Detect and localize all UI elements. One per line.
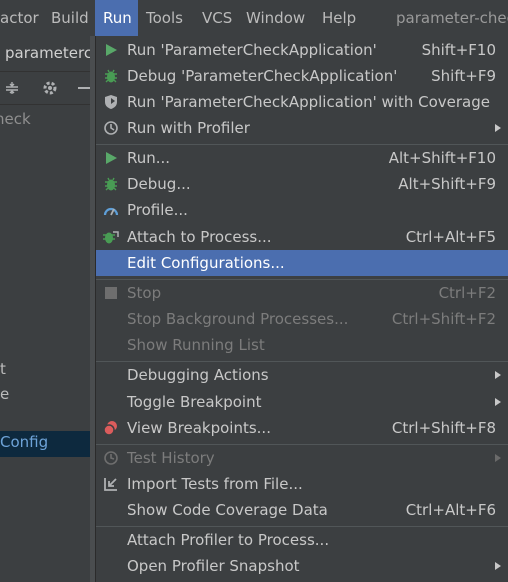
menu-item-show-running-list[interactable]: Show Running List xyxy=(96,332,508,358)
menu-help[interactable]: Help xyxy=(316,0,364,36)
profiler-clock-icon xyxy=(102,119,120,137)
history-clock-icon xyxy=(102,449,120,467)
menu-item-test-history[interactable]: Test History xyxy=(96,445,508,471)
menu-item-run-coverage[interactable]: Run 'ParameterCheckApplication' with Cov… xyxy=(96,89,508,115)
collapse-all-icon[interactable] xyxy=(0,76,24,100)
settings-gear-icon[interactable] xyxy=(38,76,62,100)
menu-item-run-app[interactable]: Run 'ParameterCheckApplication' Shift+F1… xyxy=(96,37,508,63)
window-title: parameter-chec xyxy=(396,9,508,27)
menu-refactor[interactable]: actor xyxy=(0,0,40,36)
menu-bar: actor Build Run Tools VCS Window Help pa… xyxy=(0,0,508,36)
submenu-arrow-icon xyxy=(495,562,501,570)
tree-node-text: e xyxy=(0,385,10,403)
navigation-tab[interactable]: parameterch xyxy=(0,36,95,72)
menu-vcs[interactable]: VCS xyxy=(196,0,236,36)
submenu-arrow-icon xyxy=(495,454,501,462)
menu-item-profile[interactable]: Profile... xyxy=(96,197,508,223)
menu-build[interactable]: Build xyxy=(46,0,92,36)
tree-node-text: t xyxy=(0,360,6,378)
attach-bug-icon xyxy=(102,228,120,246)
run-triangle-icon xyxy=(102,41,120,59)
tool-window-toolbar xyxy=(0,72,95,105)
menu-item-debugging-actions[interactable]: Debugging Actions xyxy=(96,362,508,388)
menu-item-edit-configurations[interactable]: Edit Configurations... xyxy=(96,250,508,276)
profile-gauge-icon xyxy=(102,201,120,219)
submenu-arrow-icon xyxy=(495,124,501,132)
run-menu-popup: Run 'ParameterCheckApplication' Shift+F1… xyxy=(95,36,508,582)
submenu-arrow-icon xyxy=(495,398,501,406)
menu-item-stop-background[interactable]: Stop Background Processes... Ctrl+Shift+… xyxy=(96,306,508,332)
menu-item-toggle-breakpoint[interactable]: Toggle Breakpoint xyxy=(96,389,508,415)
breakpoints-icon xyxy=(102,419,120,437)
debug-bug-icon xyxy=(102,175,120,193)
menu-tools[interactable]: Tools xyxy=(140,0,192,36)
menu-item-run[interactable]: Run... Alt+Shift+F10 xyxy=(96,145,508,171)
import-arrow-icon xyxy=(102,475,120,493)
submenu-arrow-icon xyxy=(495,371,501,379)
debug-bug-icon xyxy=(102,67,120,85)
run-triangle-icon xyxy=(102,149,120,167)
menu-item-attach-profiler[interactable]: Attach Profiler to Process... xyxy=(96,527,508,553)
path-fragment: heck xyxy=(0,110,31,128)
menu-item-attach-process[interactable]: Attach to Process... Ctrl+Alt+F5 xyxy=(96,224,508,250)
menu-item-stop[interactable]: Stop Ctrl+F2 xyxy=(96,280,508,306)
stop-square-icon xyxy=(102,284,120,302)
menu-item-debug-app[interactable]: Debug 'ParameterCheckApplication' Shift+… xyxy=(96,63,508,89)
menu-item-run-profiler[interactable]: Run with Profiler xyxy=(96,115,508,141)
coverage-shield-icon xyxy=(102,93,120,111)
config-label: Config xyxy=(0,433,49,451)
selected-config-row[interactable]: Config xyxy=(0,431,95,457)
navigation-tab-label: parameterch xyxy=(5,44,95,62)
menu-item-view-breakpoints[interactable]: View Breakpoints... Ctrl+Shift+F8 xyxy=(96,415,508,441)
menu-item-open-profiler-snapshot[interactable]: Open Profiler Snapshot xyxy=(96,553,508,579)
menu-item-debug[interactable]: Debug... Alt+Shift+F9 xyxy=(96,171,508,197)
menu-item-import-tests[interactable]: Import Tests from File... xyxy=(96,471,508,497)
menu-window[interactable]: Window xyxy=(240,0,312,36)
menu-run[interactable]: Run xyxy=(95,0,138,36)
menu-item-show-coverage-data[interactable]: Show Code Coverage Data Ctrl+Alt+F6 xyxy=(96,497,508,523)
